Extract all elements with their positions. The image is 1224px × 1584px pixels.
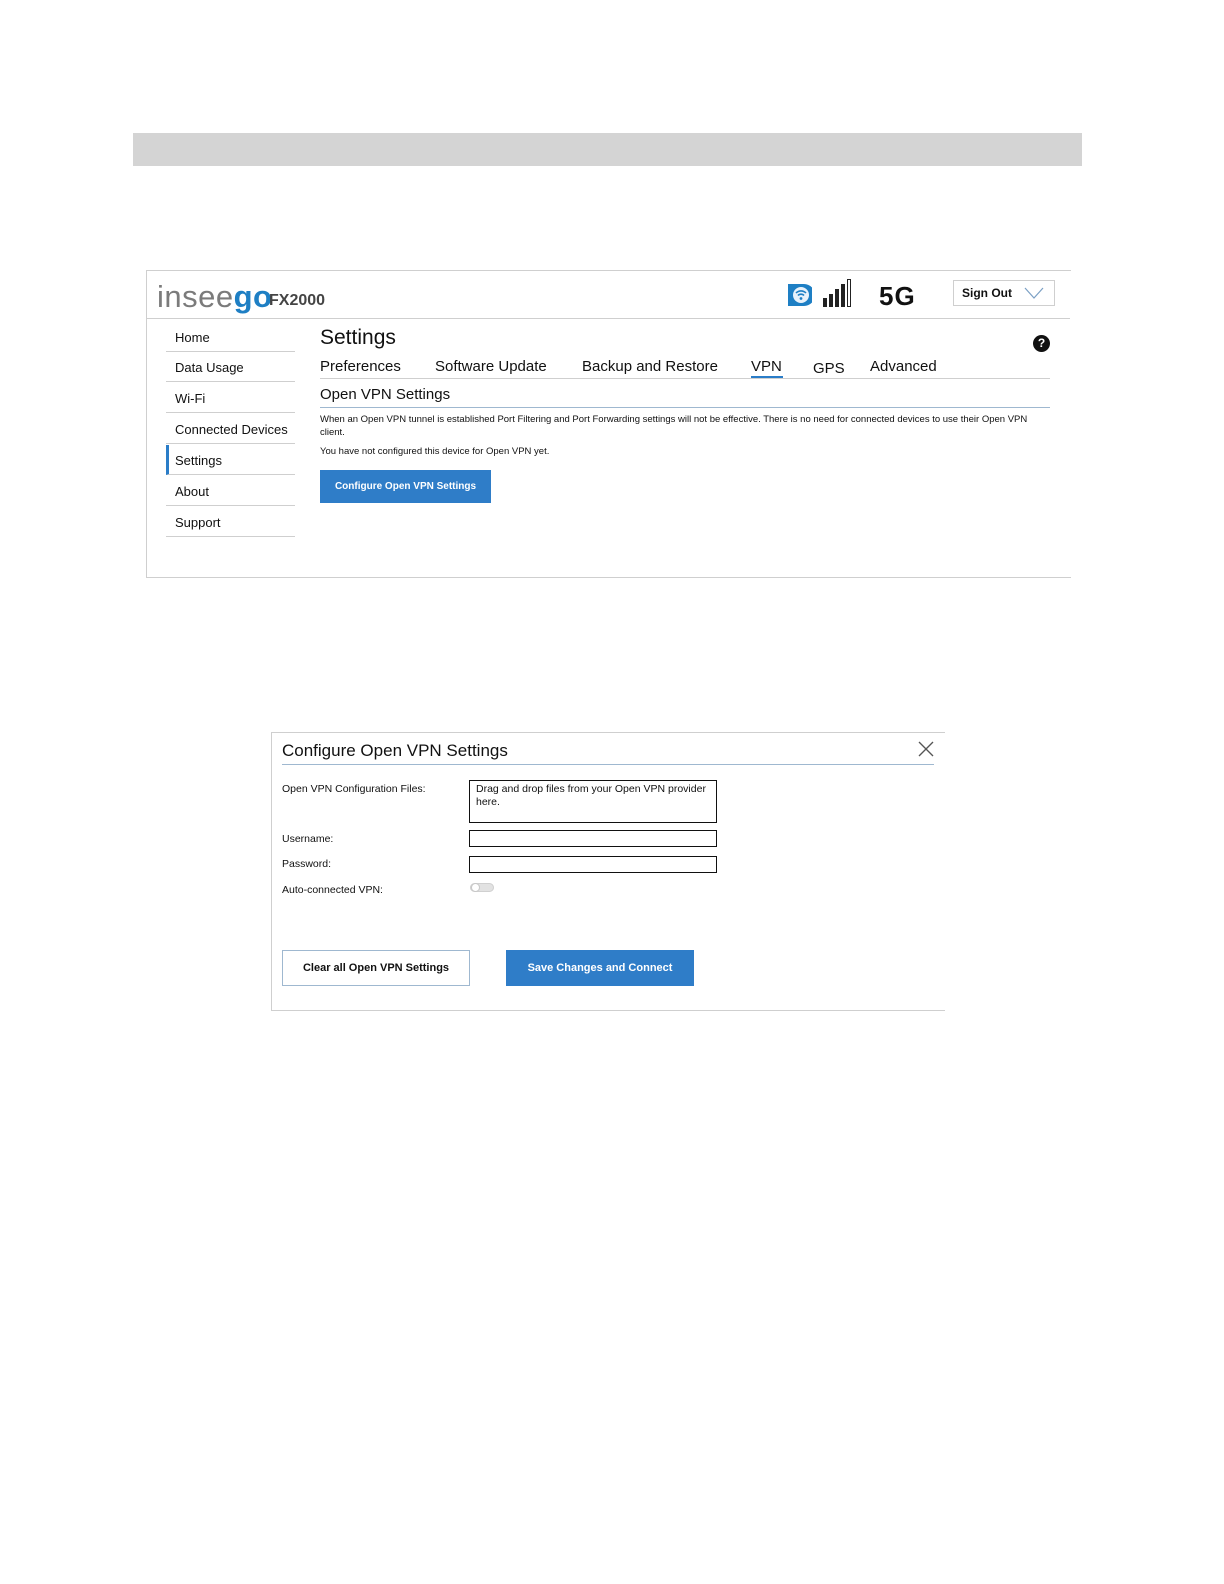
vpn-status-text: You have not configured this device for … — [320, 446, 550, 457]
logo-text-part1: insee — [157, 279, 234, 314]
tabs-divider — [320, 378, 1050, 379]
chevron-down-icon — [1024, 287, 1044, 299]
header-divider — [146, 318, 1070, 319]
inseego-logo: inseego — [157, 280, 272, 314]
signal-strength-icon — [823, 279, 851, 307]
file-dropzone[interactable]: Drag and drop files from your Open VPN p… — [469, 780, 717, 823]
sidebar-item-settings[interactable]: Settings — [166, 445, 295, 475]
vpn-notice-text: When an Open VPN tunnel is established P… — [320, 414, 1028, 438]
password-label: Password: — [282, 858, 332, 870]
toggle-knob — [471, 883, 480, 892]
auto-vpn-label: Auto-connected VPN: — [282, 884, 383, 896]
tab-vpn[interactable]: VPN — [751, 358, 782, 375]
sidebar-item-home[interactable]: Home — [166, 322, 295, 352]
username-label: Username: — [282, 833, 334, 845]
username-input[interactable] — [469, 830, 717, 847]
page-title: Settings — [320, 326, 396, 349]
tab-preferences[interactable]: Preferences — [320, 358, 401, 375]
sidebar-item-data-usage[interactable]: Data Usage — [166, 352, 295, 382]
files-label: Open VPN Configuration Files: — [282, 783, 426, 795]
configure-open-vpn-button[interactable]: Configure Open VPN Settings — [320, 470, 491, 503]
sidebar-item-connected-devices[interactable]: Connected Devices — [166, 414, 295, 444]
save-and-connect-button[interactable]: Save Changes and Connect — [506, 950, 694, 986]
tab-software-update[interactable]: Software Update — [435, 358, 547, 375]
help-icon[interactable]: ? — [1033, 335, 1050, 352]
sidebar-item-wifi[interactable]: Wi-Fi — [166, 383, 295, 413]
close-icon[interactable] — [917, 740, 935, 758]
tab-advanced[interactable]: Advanced — [870, 358, 937, 375]
wifi-status-icon[interactable] — [786, 282, 812, 308]
auto-vpn-toggle[interactable] — [470, 883, 494, 892]
tab-backup-and-restore[interactable]: Backup and Restore — [582, 358, 718, 375]
sign-out-dropdown[interactable]: Sign Out — [953, 280, 1055, 306]
dialog-divider — [282, 764, 934, 765]
page-header-band — [133, 133, 1082, 166]
section-divider — [320, 407, 1050, 408]
section-title: Open VPN Settings — [320, 386, 451, 403]
network-type-indicator: 5G — [879, 281, 916, 311]
password-input[interactable] — [469, 856, 717, 873]
sidebar-item-about[interactable]: About — [166, 476, 295, 506]
dialog-title: Configure Open VPN Settings — [282, 741, 508, 760]
logo-text-part2: go — [233, 279, 273, 314]
device-model: FX2000 — [269, 292, 326, 309]
sidebar-item-support[interactable]: Support — [166, 507, 295, 537]
tab-gps[interactable]: GPS — [813, 360, 845, 377]
clear-vpn-settings-button[interactable]: Clear all Open VPN Settings — [282, 950, 470, 986]
sign-out-label: Sign Out — [962, 286, 1012, 300]
